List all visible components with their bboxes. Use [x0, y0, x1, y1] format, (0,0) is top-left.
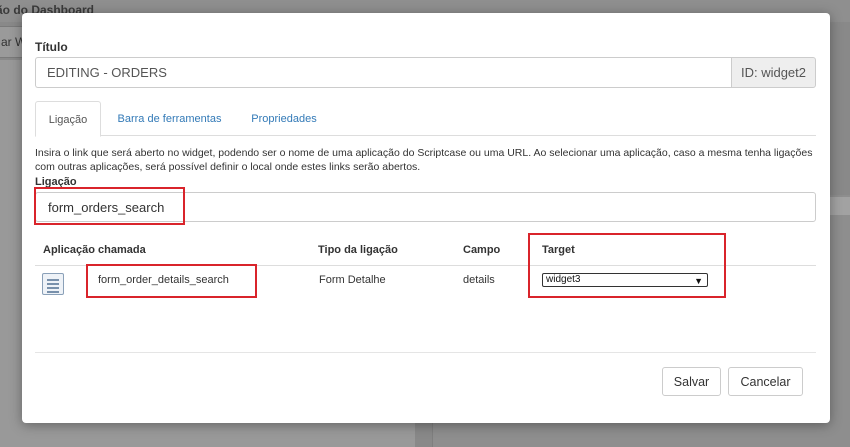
- tab-ligacao[interactable]: Ligação: [35, 101, 101, 137]
- row-field: details: [463, 274, 495, 286]
- tab-barra-de-ferramentas[interactable]: Barra de ferramentas: [107, 101, 232, 136]
- cancel-button[interactable]: Cancelar: [728, 367, 803, 396]
- col-header-app: Aplicação chamada: [43, 244, 146, 256]
- tab-bar: Ligação Barra de ferramentas Propriedade…: [35, 101, 816, 137]
- highlight-app-name: [86, 264, 257, 298]
- title-input[interactable]: [35, 57, 731, 88]
- save-button[interactable]: Salvar: [662, 367, 721, 396]
- tab-propriedades[interactable]: Propriedades: [239, 101, 329, 136]
- widget-id-badge: ID: widget2: [731, 57, 816, 88]
- highlight-link-input: [34, 187, 185, 225]
- row-link-type: Form Detalhe: [319, 274, 386, 286]
- footer-divider: [35, 352, 816, 353]
- help-text: Insira o link que será aberto no widget,…: [35, 147, 813, 173]
- col-header-field: Campo: [463, 244, 501, 256]
- widget-edit-modal: Título ID: widget2 Ligação Barra de ferr…: [22, 13, 830, 423]
- title-label: Título: [35, 40, 68, 54]
- col-header-link-type: Tipo da ligação: [318, 244, 398, 256]
- document-lines-icon: [42, 273, 64, 295]
- highlight-target: [528, 233, 726, 298]
